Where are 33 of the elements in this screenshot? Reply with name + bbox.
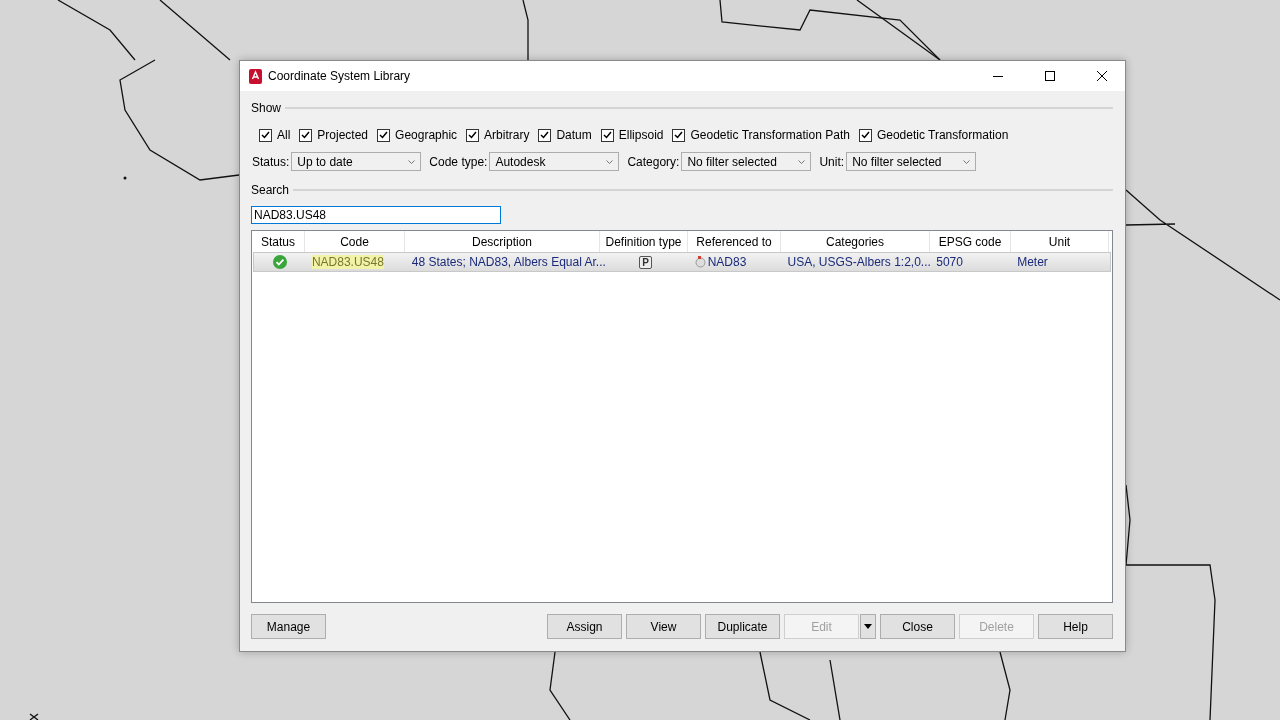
filter-label: Unit:: [819, 154, 845, 169]
filter-checkbox[interactable]: All: [259, 128, 291, 142]
dialog-button[interactable]: View: [626, 614, 701, 639]
table-cell-text: USA, USGS-Albers 1:2,0...: [786, 254, 932, 271]
dialog-button[interactable]: Help: [1038, 614, 1113, 639]
dialog-button[interactable]: Duplicate: [705, 614, 780, 639]
filter-checkbox[interactable]: Geodetic Transformation Path: [672, 128, 850, 142]
filter-checkbox[interactable]: Ellipsoid: [600, 128, 664, 142]
table-cell: NAD83.US48: [311, 255, 384, 269]
window-title: Coordinate System Library: [268, 69, 412, 83]
filter-checkbox[interactable]: Geographic: [377, 128, 458, 142]
table-cell-text: Meter: [1016, 254, 1049, 271]
dialog-button[interactable]: Manage: [251, 614, 326, 639]
filter-label: Status:: [252, 154, 290, 169]
filter-dropdown[interactable]: No filter selected: [681, 152, 812, 171]
definition-type-badge: P: [639, 255, 653, 269]
dialog-button[interactable]: Assign: [547, 614, 622, 639]
filter-label: Category:: [627, 154, 680, 169]
dialog-button[interactable]: Close: [880, 614, 955, 639]
group-label: Search: [251, 183, 290, 197]
search-field[interactable]: NAD83.US48: [251, 206, 501, 224]
table-row[interactable]: NAD83.US48 48 States; NAD83, Albers Equal Ar... P NAD83 USA, USGS-Albers 1:2,0... 5070 Meter: [253, 252, 1111, 272]
filter-checkbox[interactable]: Arbitrary: [466, 128, 530, 142]
filter-checkbox[interactable]: Projected: [299, 128, 369, 142]
table-cell-text: 5070: [935, 254, 964, 271]
group-label: Show: [251, 101, 282, 115]
filter-dropdown[interactable]: Autodesk: [489, 152, 620, 171]
filter-checkbox[interactable]: Datum: [538, 128, 592, 142]
table-cell: NAD83: [707, 255, 747, 269]
filter-dropdown[interactable]: No filter selected: [846, 152, 977, 171]
filter-dropdown[interactable]: Up to date: [291, 152, 422, 171]
filter-label: Code type:: [429, 154, 488, 169]
filter-checkbox[interactable]: Geodetic Transformation: [858, 128, 1009, 142]
